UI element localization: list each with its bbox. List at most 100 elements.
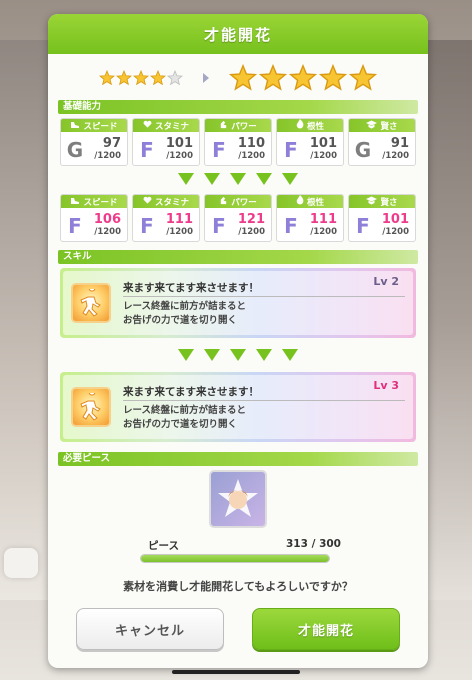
arrow-down-icon	[282, 349, 298, 361]
cancel-button[interactable]: キャンセル	[76, 608, 224, 650]
rank-badge: F	[212, 213, 226, 238]
stat-max: /1200	[382, 151, 409, 161]
rank-badge: F	[212, 137, 226, 162]
arrow-down-icon	[230, 173, 246, 185]
skill-description-line2: お告げの力で道を切り開く	[123, 418, 238, 430]
confirm-message: 素材を消費し才能開花してもよろしいですか？	[123, 580, 353, 593]
stat-max: /1200	[238, 227, 265, 237]
stat-max: /1200	[166, 227, 193, 237]
graduation-cap-icon	[366, 196, 378, 208]
talent-bloom-button[interactable]: 才能開花	[252, 608, 400, 650]
stat-max: /1200	[94, 151, 121, 161]
star-icon	[99, 70, 115, 86]
star-icon	[349, 64, 377, 91]
button-row: キャンセル 才能開花	[76, 608, 400, 650]
stat-max: /1200	[310, 227, 337, 237]
stats-after-row: スピード F 106 /1200 スタミナ F 111 /1200 パワー F …	[60, 194, 416, 242]
star-icon	[289, 64, 317, 91]
stat-label: 賢さ	[380, 121, 398, 132]
arrow-down-icon	[178, 349, 194, 361]
rank-badge: F	[356, 213, 370, 238]
dialog-title: 才能開花	[48, 14, 428, 54]
rank-badge: F	[284, 137, 298, 162]
star-icon	[319, 64, 347, 91]
rank-badge: F	[140, 213, 154, 238]
current-stars	[99, 70, 183, 86]
skill-card-after[interactable]: 来ます来てます来させます！ レース終盤に前方が詰まると お告げの力で道を切り開く…	[60, 372, 416, 442]
stats-before-row: スピード G 97 /1200 スタミナ F 101 /1200 パワー F 1…	[60, 118, 416, 166]
skill-level: Lv 3	[373, 379, 399, 392]
arrow-down-icon	[256, 349, 272, 361]
piece-count: 313 / 300	[286, 538, 341, 550]
arrow-down-row	[48, 344, 428, 366]
skill-section-header: スキル	[58, 250, 418, 264]
skill-card-before[interactable]: 来ます来てます来させます！ レース終盤に前方が詰まると お告げの力で道を切り開く…	[60, 268, 416, 338]
arrow-down-icon	[282, 173, 298, 185]
flame-icon	[296, 119, 304, 132]
stat-header: スピード	[61, 119, 127, 132]
arrow-down-icon	[256, 173, 272, 185]
stat-card: 根性 F 111 /1200	[276, 194, 344, 242]
stat-max: /1200	[310, 151, 337, 161]
flame-icon	[296, 195, 304, 208]
skill-description-line2: お告げの力で道を切り開く	[123, 314, 238, 326]
stat-card: パワー F 110 /1200	[204, 118, 272, 166]
home-indicator[interactable]	[172, 670, 300, 674]
stat-header: 根性	[277, 195, 343, 208]
heart-icon	[143, 196, 152, 208]
stat-value: 97	[102, 136, 121, 151]
stat-value: 101	[381, 212, 409, 227]
rank-badge: F	[68, 213, 82, 238]
stat-card: スタミナ F 101 /1200	[132, 118, 200, 166]
stat-label: スピード	[83, 121, 118, 132]
rank-badge: G	[66, 137, 84, 162]
stat-card: スピード F 106 /1200	[60, 194, 128, 242]
stat-card: 賢さ F 101 /1200	[348, 194, 416, 242]
rank-badge: F	[284, 213, 298, 238]
stat-value: 101	[309, 136, 337, 151]
arrow-right-icon	[203, 73, 209, 83]
piece-label: ピース	[148, 540, 179, 552]
stat-value: 101	[165, 136, 193, 151]
skill-level: Lv 2	[373, 275, 399, 288]
piece-progress-track	[140, 554, 330, 563]
piece-progress-fill	[141, 555, 329, 562]
stat-max: /1200	[166, 151, 193, 161]
stat-card: 根性 F 101 /1200	[276, 118, 344, 166]
skill-running-figure-icon	[71, 387, 111, 427]
star-icon	[229, 64, 257, 91]
basic-stats-header: 基礎能力	[58, 100, 418, 114]
character-portrait[interactable]	[209, 470, 267, 528]
stat-header: パワー	[205, 195, 271, 208]
stat-value: 111	[309, 212, 337, 227]
stat-card: 賢さ G 91 /1200	[348, 118, 416, 166]
stat-header: 賢さ	[349, 119, 415, 132]
skill-description-line1: レース終盤に前方が詰まると	[123, 404, 247, 416]
stat-value: 110	[237, 136, 265, 151]
heart-icon	[143, 120, 152, 132]
rank-badge: F	[140, 137, 154, 162]
stat-label: スタミナ	[154, 121, 189, 132]
skill-running-figure-icon	[71, 283, 111, 323]
shoe-icon	[70, 120, 80, 132]
shoe-icon	[70, 196, 80, 208]
stat-value: 91	[390, 136, 409, 151]
stat-label: 賢さ	[380, 197, 398, 208]
arrow-down-icon	[178, 173, 194, 185]
stat-card: スピード G 97 /1200	[60, 118, 128, 166]
stat-value: 111	[165, 212, 193, 227]
stat-max: /1200	[94, 227, 121, 237]
stat-header: スタミナ	[133, 195, 199, 208]
stat-card: パワー F 121 /1200	[204, 194, 272, 242]
stat-label: スピード	[83, 197, 118, 208]
piece-portrait-wrap	[48, 470, 428, 528]
piece-progress: ピース 313 / 300	[48, 538, 428, 566]
graduation-cap-icon	[366, 120, 378, 132]
stat-header: パワー	[205, 119, 271, 132]
skill-description-line1: レース終盤に前方が詰まると	[123, 300, 247, 312]
skill-name: 来ます来てます来させます！	[123, 279, 405, 297]
stat-card: スタミナ F 111 /1200	[132, 194, 200, 242]
rank-badge: G	[354, 137, 372, 162]
star-icon	[167, 70, 183, 86]
stat-header: 根性	[277, 119, 343, 132]
